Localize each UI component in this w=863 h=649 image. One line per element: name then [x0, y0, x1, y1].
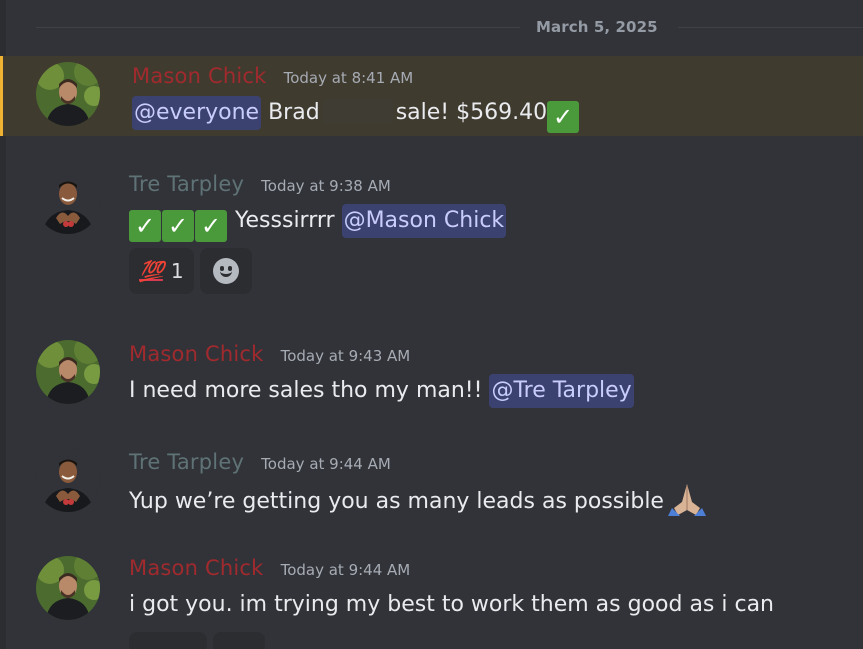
date-divider: March 5, 2025 — [36, 16, 863, 38]
redacted-text — [322, 99, 393, 123]
message-header: Mason Chick Today at 8:41 AM — [132, 64, 413, 88]
message-content: @everyone Brad sale! $569.40 ✓ — [132, 96, 580, 133]
avatar[interactable] — [36, 340, 100, 404]
avatar[interactable] — [36, 556, 100, 620]
avatar[interactable] — [36, 170, 100, 234]
message-header: Mason Chick Today at 9:44 AM — [129, 556, 410, 580]
check-mark-icon: ✓ — [195, 210, 227, 242]
author-name[interactable]: Mason Chick — [129, 556, 263, 580]
mason-avatar-icon — [36, 340, 100, 404]
timestamp[interactable]: Today at 9:44 AM — [261, 455, 391, 473]
date-divider-label: March 5, 2025 — [536, 18, 658, 36]
check-mark-icons: ✓ ✓ ✓ — [129, 210, 228, 244]
message-content: Yup we’re getting you as many leads as p… — [129, 482, 706, 527]
message-text: Yesssirrrr — [235, 208, 335, 233]
tre-avatar-icon — [36, 170, 100, 234]
author-name[interactable]: Tre Tarpley — [129, 450, 244, 474]
message-content: ✓ ✓ ✓ Yesssirrrr @Mason Chick — [129, 204, 507, 244]
folded-hands-icon — [667, 482, 706, 527]
author-name[interactable]: Tre Tarpley — [129, 172, 244, 196]
message-content: I need more sales tho my man!! @Tre Tarp… — [129, 374, 634, 408]
reaction-pill[interactable] — [129, 632, 207, 649]
mason-avatar-icon — [36, 556, 100, 620]
timestamp[interactable]: Today at 9:44 AM — [281, 561, 411, 579]
message-text: Yup we’re getting you as many leads as p… — [129, 489, 664, 514]
smiley-icon — [212, 258, 239, 284]
message-row[interactable]: Tre Tarpley Today at 9:38 AM ✓ ✓ ✓ Yesssir… — [0, 160, 863, 300]
timestamp[interactable]: Today at 9:38 AM — [261, 177, 391, 195]
chat-window: March 5, 2025 Mason Chick Today at 8:41 … — [0, 0, 863, 649]
mention-user[interactable]: @Mason Chick — [341, 204, 507, 238]
check-mark-icon: ✓ — [129, 210, 161, 242]
mason-avatar-icon — [36, 62, 100, 126]
timestamp[interactable]: Today at 9:43 AM — [281, 347, 411, 365]
message-header: Tre Tarpley Today at 9:38 AM — [129, 172, 391, 196]
message-text: sale! $569.40 — [395, 100, 548, 125]
message-row[interactable]: Mason Chick Today at 8:41 AM @everyone B… — [0, 56, 863, 136]
check-mark-icon: ✓ — [162, 210, 194, 242]
mention-everyone[interactable]: @everyone — [132, 96, 262, 130]
check-mark-icon: ✓ — [547, 101, 580, 133]
message-row[interactable]: Mason Chick Today at 9:43 AM I need more… — [0, 330, 863, 420]
add-reaction-button[interactable] — [199, 248, 252, 294]
author-name[interactable]: Mason Chick — [129, 342, 263, 366]
100-icon: 💯 — [139, 259, 164, 283]
tre-avatar-icon — [36, 448, 100, 512]
timestamp[interactable]: Today at 8:41 AM — [284, 69, 414, 87]
divider-line-left — [36, 27, 520, 28]
message-row[interactable]: Tre Tarpley Today at 9:44 AM Yup we’re g… — [0, 438, 863, 528]
reactions-bar: 💯 1 — [129, 248, 252, 294]
avatar[interactable] — [36, 62, 100, 126]
message-header: Mason Chick Today at 9:43 AM — [129, 342, 410, 366]
message-text: Brad — [268, 100, 320, 125]
add-reaction-button[interactable] — [213, 632, 265, 649]
reaction-count: 1 — [170, 259, 184, 283]
message-content: i got you. im trying my best to work the… — [129, 588, 774, 622]
reaction-100[interactable]: 💯 1 — [129, 248, 194, 294]
avatar[interactable] — [36, 448, 100, 512]
message-text: i got you. im trying my best to work the… — [129, 592, 775, 617]
author-name[interactable]: Mason Chick — [132, 64, 266, 88]
divider-line-right — [678, 27, 863, 28]
mention-user[interactable]: @Tre Tarpley — [489, 374, 634, 408]
message-text: I need more sales tho my man!! — [129, 378, 483, 403]
message-header: Tre Tarpley Today at 9:44 AM — [129, 450, 391, 474]
reactions-bar-partial — [129, 632, 265, 649]
